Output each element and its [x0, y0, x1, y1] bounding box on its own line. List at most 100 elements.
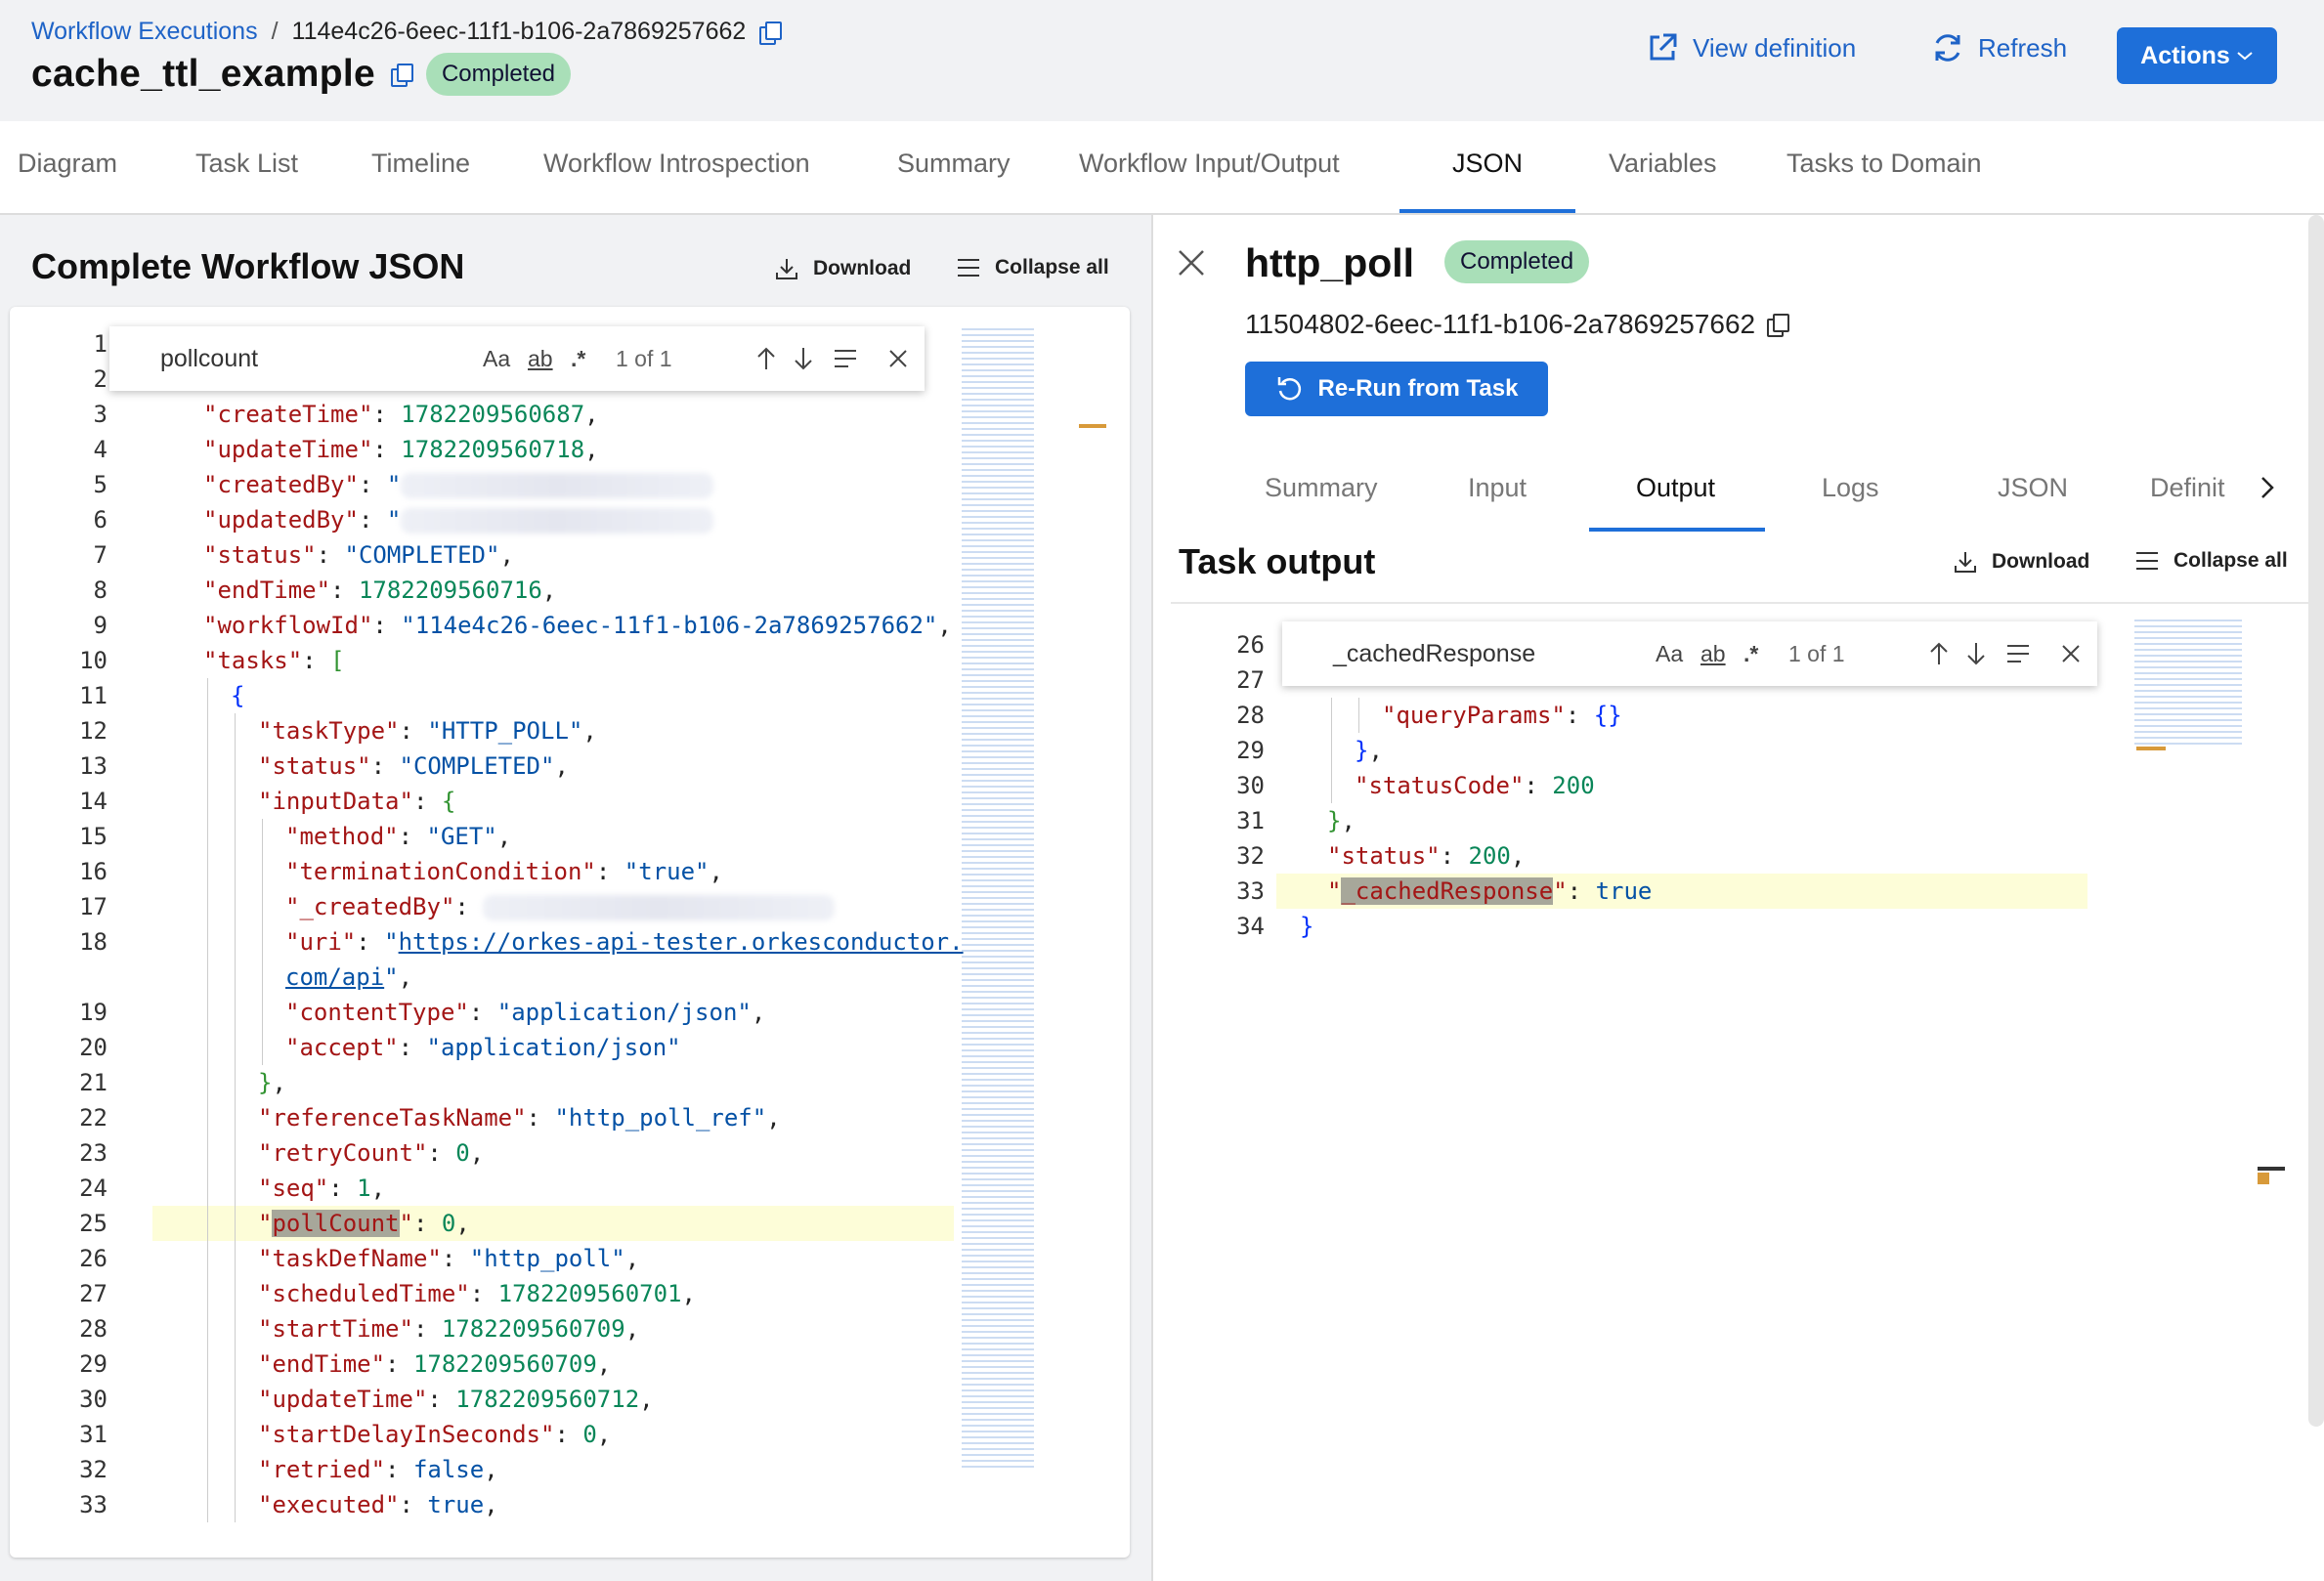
code-token: :	[358, 471, 387, 498]
indent-guide	[1331, 768, 1332, 803]
refresh-button[interactable]: Refresh	[1931, 31, 2067, 64]
code-token: ,	[582, 717, 597, 745]
copy-execution-id-icon[interactable]	[759, 21, 783, 45]
task-tab-logs[interactable]: Logs	[1822, 473, 1879, 503]
code-token: ,	[1368, 737, 1383, 764]
indent-guide	[235, 1382, 236, 1417]
code-token: "updateTime"	[258, 1386, 428, 1413]
tab-tasks-to-domain[interactable]: Tasks to Domain	[1786, 149, 1982, 179]
close-find-icon[interactable]	[887, 348, 909, 369]
indent-guide	[235, 1487, 236, 1522]
output-collapse-all-button[interactable]: Collapse all	[2134, 549, 2288, 573]
indent-guide	[207, 995, 208, 1030]
task-tab-definition[interactable]: Definit	[2150, 473, 2228, 503]
rerun-from-task-button[interactable]: Re-Run from Task	[1245, 362, 1548, 416]
line-number: 1	[93, 330, 108, 358]
code-token: }	[258, 1069, 273, 1096]
task-tab-summary[interactable]: Summary	[1265, 473, 1378, 503]
code-token: ,	[484, 1491, 498, 1518]
code-line: "retried": false,	[258, 1452, 498, 1487]
editor-minimap[interactable]	[962, 328, 1034, 1470]
code-token: "	[258, 1210, 273, 1237]
code-line: "startTime": 1782209560709,	[258, 1311, 639, 1346]
output-minimap[interactable]	[2134, 620, 2242, 748]
tab-diagram[interactable]: Diagram	[18, 149, 117, 179]
code-token: ,	[937, 612, 952, 639]
find-widget: pollcount Aa ab .* 1 of 1	[109, 326, 925, 391]
indent-guide	[207, 854, 208, 889]
tab-workflow-introspection[interactable]: Workflow Introspection	[543, 149, 810, 179]
code-line: "updateTime": 1782209560718,	[203, 432, 599, 467]
download-button[interactable]: Download	[774, 256, 911, 281]
close-find-icon[interactable]	[2060, 643, 2082, 664]
tab-timeline[interactable]: Timeline	[371, 149, 470, 179]
chevron-right-icon[interactable]	[2259, 475, 2275, 500]
code-line: "inputData": {	[258, 784, 455, 819]
indent-guide	[262, 960, 263, 995]
code-token: 0	[441, 1210, 456, 1237]
code-token: "updatedBy"	[203, 506, 359, 534]
code-token: ,	[554, 752, 569, 780]
find-input[interactable]: pollcount	[160, 345, 258, 373]
output-use-regex-toggle[interactable]: .*	[1743, 641, 1758, 667]
code-token: ,	[681, 1280, 696, 1307]
redacted-value	[401, 508, 714, 534]
line-number: 33	[1236, 877, 1265, 905]
arrow-down-icon[interactable]	[1964, 641, 1988, 666]
code-token: ,	[596, 1421, 612, 1448]
copy-workflow-name-icon[interactable]	[390, 64, 413, 87]
tab-json[interactable]: JSON	[1452, 149, 1523, 179]
output-collapse-all-label: Collapse all	[2173, 549, 2288, 572]
actions-button[interactable]: Actions	[2117, 27, 2277, 84]
output-match-case-toggle[interactable]: Aa	[1656, 641, 1683, 667]
arrow-down-icon[interactable]	[792, 346, 815, 371]
code-token: "	[386, 506, 402, 534]
tab-summary[interactable]: Summary	[897, 149, 1011, 179]
task-tab-json[interactable]: JSON	[1998, 473, 2068, 503]
code-token: :	[1440, 842, 1469, 870]
arrow-up-icon[interactable]	[754, 346, 778, 371]
workflow-name: cache_ttl_example	[31, 53, 375, 95]
indent-guide	[262, 819, 263, 854]
task-tab-output[interactable]: Output	[1636, 473, 1715, 503]
use-regex-toggle[interactable]: .*	[571, 346, 585, 372]
code-token: "HTTP_POLL"	[427, 717, 583, 745]
match-whole-word-toggle[interactable]: ab	[528, 346, 553, 372]
code-line: "createdBy": "	[203, 467, 714, 502]
active-tab-indicator	[1399, 209, 1575, 213]
code-token: ,	[484, 1456, 498, 1483]
collapse-all-button[interactable]: Collapse all	[956, 256, 1109, 279]
copy-task-id-icon[interactable]	[1767, 314, 1790, 337]
view-definition-button[interactable]: View definition	[1646, 31, 1856, 64]
indent-guide	[262, 924, 263, 960]
find-in-selection-icon[interactable]	[833, 348, 858, 369]
breadcrumb-workflow-executions-link[interactable]: Workflow Executions	[31, 18, 258, 46]
match-case-toggle[interactable]: Aa	[483, 346, 510, 372]
line-number: 22	[79, 1104, 108, 1132]
indent-guide	[235, 995, 236, 1030]
code-line: "method": "GET",	[285, 819, 511, 854]
code-token: :	[372, 436, 402, 463]
breadcrumb: Workflow Executions / 114e4c26-6eec-11f1…	[31, 18, 783, 46]
indent-guide	[235, 1417, 236, 1452]
code-token: :	[356, 928, 385, 956]
tab-variables[interactable]: Variables	[1609, 149, 1717, 179]
tab-workflow-input-output[interactable]: Workflow Input/Output	[1079, 149, 1340, 179]
arrow-up-icon[interactable]	[1927, 641, 1951, 666]
output-match-whole-word-toggle[interactable]: ab	[1700, 641, 1726, 667]
find-in-selection-icon[interactable]	[2005, 643, 2031, 664]
indent-guide	[235, 1276, 236, 1311]
panel-scrollbar[interactable]	[2308, 215, 2324, 1427]
code-token: "startTime"	[258, 1315, 413, 1343]
code-token: 1782209560709	[441, 1315, 625, 1343]
tab-task-list[interactable]: Task List	[195, 149, 298, 179]
close-icon[interactable]	[1177, 248, 1206, 278]
indent-guide	[207, 1311, 208, 1346]
code-line: "referenceTaskName": "http_poll_ref",	[258, 1100, 781, 1135]
code-token: :	[427, 1386, 456, 1413]
output-download-button[interactable]: Download	[1953, 549, 2089, 575]
output-find-input[interactable]: _cachedResponse	[1333, 640, 1535, 668]
task-tab-input[interactable]: Input	[1468, 473, 1527, 503]
code-token: :	[469, 1280, 498, 1307]
collapse-list-icon	[2136, 552, 2158, 570]
